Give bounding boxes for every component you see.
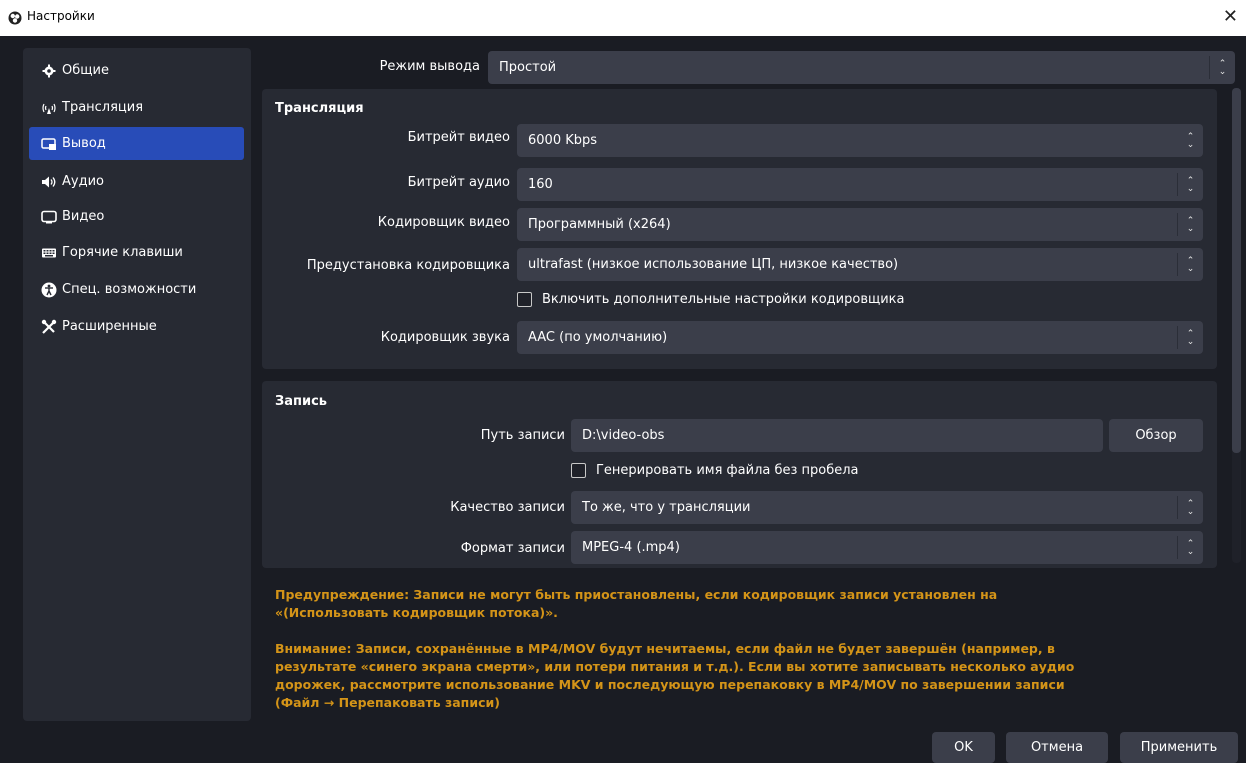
sidebar-item-advanced[interactable]: Расширенные — [29, 310, 244, 343]
streaming-group: Трансляция Битрейт видео 6000 Kbps ⌃ ⌄ Би… — [262, 89, 1217, 369]
updown-chevron-icon: ⌃ ⌄ — [1186, 538, 1195, 557]
video-bitrate-label: Битрейт видео — [407, 130, 510, 145]
audio-bitrate-value: 160 — [528, 177, 553, 192]
no-space-filename-checkbox-label: Генерировать имя файла без пробела — [596, 463, 859, 478]
keyboard-icon — [40, 244, 58, 262]
recording-path-value: D:\video-obs — [582, 428, 665, 443]
video-bitrate-spinbox[interactable]: 6000 Kbps ⌃ ⌄ — [517, 124, 1203, 157]
gear-icon — [40, 62, 58, 80]
sidebar-item-accessibility[interactable]: Спец. возможности — [29, 273, 244, 306]
tools-icon — [40, 318, 58, 336]
pause-warning: Предупреждение: Записи не могут быть при… — [275, 586, 997, 622]
settings-sidebar: Общие Трансляция Вывод Аудио Видео Горяч… — [23, 48, 251, 721]
sidebar-item-label: Общие — [62, 63, 109, 78]
spin-arrows-icon[interactable]: ⌃ ⌄ — [1178, 124, 1203, 157]
video-encoder-value: Программный (x264) — [528, 217, 671, 232]
encoder-preset-select[interactable]: ultrafast (низкое использование ЦП, низк… — [517, 248, 1203, 281]
sidebar-item-label: Аудио — [62, 174, 104, 189]
recording-quality-value: То же, что у трансляции — [582, 500, 751, 515]
recording-group: Запись Путь записи D:\video-obs Обзор Ге… — [262, 381, 1217, 568]
sidebar-item-streaming[interactable]: Трансляция — [29, 91, 244, 124]
checkbox-box[interactable] — [517, 292, 532, 307]
output-mode-select[interactable]: Простой ⌃ ⌄ — [488, 51, 1235, 84]
video-bitrate-value: 6000 Kbps — [528, 133, 598, 148]
updown-chevron-icon: ⌃ ⌄ — [1186, 215, 1195, 234]
warning-line: «(Использовать кодировщик потока)». — [275, 605, 558, 620]
sidebar-item-audio[interactable]: Аудио — [29, 165, 244, 198]
video-encoder-label: Кодировщик видео — [377, 215, 510, 230]
title-bar: Настройки ✕ — [0, 0, 1246, 36]
output-mode-label: Режим вывода — [379, 59, 480, 74]
recording-format-value: MPEG-4 (.mp4) — [582, 540, 680, 555]
recording-group-title: Запись — [275, 394, 328, 409]
sidebar-item-label: Спец. возможности — [62, 282, 197, 297]
ok-button[interactable]: OK — [932, 732, 995, 763]
warning-line: Внимание: Записи, сохранённые в MP4/MOV … — [275, 641, 1055, 656]
recording-path-input[interactable]: D:\video-obs — [571, 419, 1103, 452]
sidebar-item-label: Расширенные — [62, 319, 157, 334]
sidebar-item-output[interactable]: Вывод — [29, 127, 244, 160]
sidebar-item-video[interactable]: Видео — [29, 200, 244, 233]
sidebar-item-label: Трансляция — [62, 100, 144, 115]
mp4-warning: Внимание: Записи, сохранённые в MP4/MOV … — [275, 640, 1074, 712]
warning-line: дорожек, рассмотрите использование MKV и… — [275, 677, 1065, 692]
recording-format-label: Формат записи — [460, 541, 565, 556]
updown-chevron-icon: ⌃ ⌄ — [1186, 175, 1195, 194]
recording-path-label: Путь записи — [480, 428, 565, 443]
recording-format-select[interactable]: MPEG-4 (.mp4) ⌃ ⌄ — [571, 531, 1203, 564]
updown-chevron-icon: ⌃ ⌄ — [1218, 58, 1227, 77]
scrollbar-thumb[interactable] — [1232, 88, 1241, 453]
streaming-group-title: Трансляция — [275, 101, 364, 116]
encoder-preset-value: ultrafast (низкое использование ЦП, низк… — [528, 257, 899, 272]
updown-chevron-icon: ⌃ ⌄ — [1186, 498, 1195, 517]
obs-logo-icon — [8, 11, 22, 25]
warning-line: результате «синего экрана смерти», или п… — [275, 659, 1075, 674]
audio-encoder-value: AAC (по умолчанию) — [528, 330, 668, 345]
sidebar-item-hotkeys[interactable]: Горячие клавиши — [29, 236, 244, 269]
updown-chevron-icon: ⌃ ⌄ — [1186, 328, 1195, 347]
no-space-filename-checkbox[interactable]: Генерировать имя файла без пробела — [571, 463, 859, 478]
advanced-encoder-checkbox-label: Включить дополнительные настройки кодиро… — [542, 292, 905, 307]
speaker-icon — [40, 173, 58, 191]
updown-chevron-icon: ⌃ ⌄ — [1186, 255, 1195, 274]
sidebar-item-general[interactable]: Общие — [29, 54, 244, 87]
close-icon[interactable]: ✕ — [1223, 6, 1238, 28]
video-encoder-select[interactable]: Программный (x264) ⌃ ⌄ — [517, 208, 1203, 241]
audio-encoder-select[interactable]: AAC (по умолчанию) ⌃ ⌄ — [517, 321, 1203, 354]
advanced-encoder-checkbox[interactable]: Включить дополнительные настройки кодиро… — [517, 292, 905, 307]
browse-button[interactable]: Обзор — [1109, 419, 1203, 452]
broadcast-icon — [40, 99, 58, 117]
apply-button[interactable]: Применить — [1120, 732, 1238, 763]
window-title: Настройки — [27, 9, 95, 23]
accessibility-icon — [40, 281, 58, 299]
sidebar-item-label: Горячие клавиши — [62, 245, 183, 260]
sidebar-item-label: Видео — [62, 209, 105, 224]
cancel-button[interactable]: Отмена — [1006, 732, 1108, 763]
encoder-preset-label: Предустановка кодировщика — [306, 258, 510, 273]
warning-line: (Файл → Перепаковать записи) — [275, 695, 500, 710]
output-icon — [40, 135, 58, 153]
audio-bitrate-label: Битрейт аудио — [407, 175, 510, 190]
recording-quality-select[interactable]: То же, что у трансляции ⌃ ⌄ — [571, 491, 1203, 524]
sidebar-item-label: Вывод — [62, 136, 106, 151]
checkbox-box[interactable] — [571, 463, 586, 478]
audio-encoder-label: Кодировщик звука — [380, 330, 510, 345]
monitor-icon — [40, 208, 58, 226]
audio-bitrate-select[interactable]: 160 ⌃ ⌄ — [517, 168, 1203, 201]
recording-quality-label: Качество записи — [450, 500, 565, 515]
warning-line: Предупреждение: Записи не могут быть при… — [275, 587, 998, 602]
output-mode-value: Простой — [499, 60, 557, 75]
